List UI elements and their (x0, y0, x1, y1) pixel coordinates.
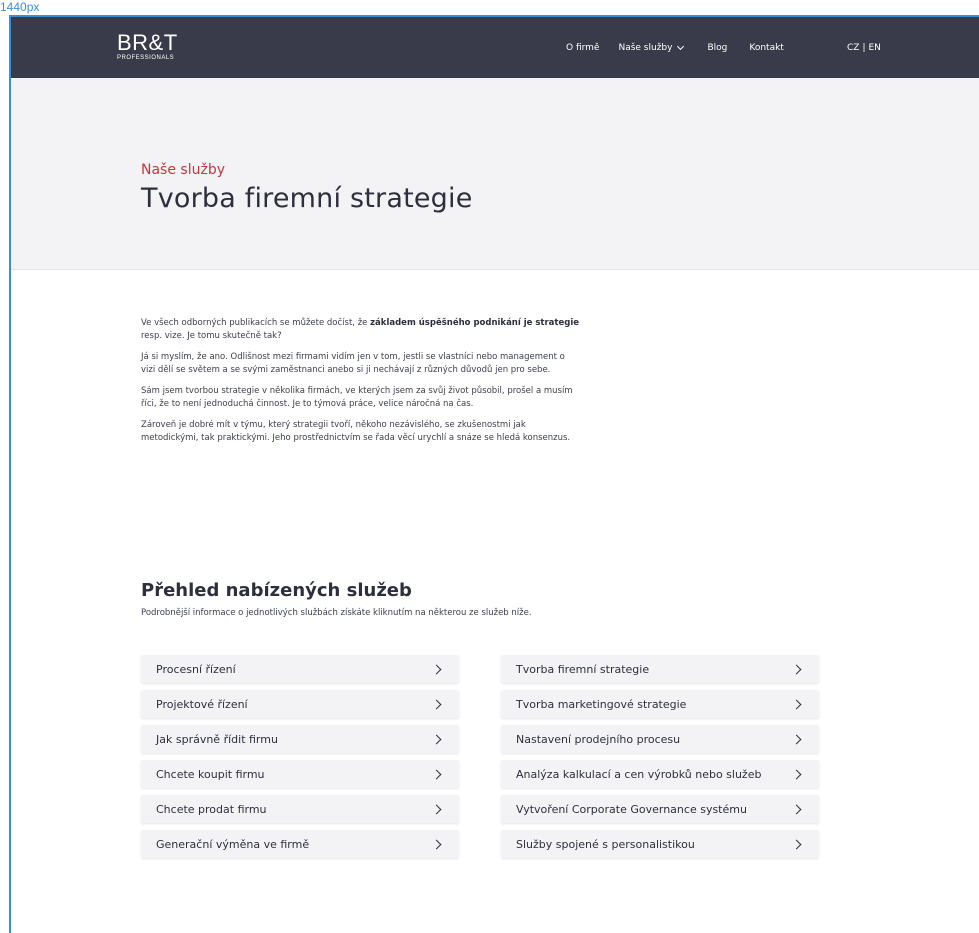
lang-separator: | (862, 42, 866, 53)
service-card[interactable]: Analýza kalkulací a cen výrobků nebo slu… (501, 760, 819, 788)
logo-tagline: PROFESSIONALS (117, 55, 175, 61)
service-card[interactable]: Vytvoření Corporate Governance systému (501, 795, 819, 823)
main-nav: O firmě Naše služby Blog Kontakt (566, 17, 784, 78)
services-column-left: Procesní řízení Projektové řízení Jak sp… (141, 655, 459, 865)
hero-section: Naše služby Tvorba firemní strategie (11, 78, 979, 270)
service-card[interactable]: Jak správně řídit firmu (141, 725, 459, 753)
chevron-right-icon (791, 839, 802, 849)
service-card-label: Chcete koupit firmu (156, 767, 265, 781)
intro-p1-emphasis: základem úspěšného podnikání je strategi… (370, 318, 580, 328)
service-card-label: Služby spojené s personalistikou (516, 837, 695, 851)
services-heading: Přehled nabízených služeb (141, 580, 412, 601)
intro-p1-start: Ve všech odborných publikacích se můžete… (141, 318, 371, 328)
intro-paragraph-2: Já si myslím, že ano. Odlišnost mezi fir… (141, 352, 565, 375)
service-card[interactable]: Služby spojené s personalistikou (501, 830, 819, 858)
nav-link-services-label: Naše služby (618, 42, 673, 53)
service-card-label: Projektové řízení (156, 697, 248, 711)
lang-en[interactable]: EN (869, 43, 881, 53)
intro-p1-end: resp. vize. Je tomu skutečně tak? (141, 331, 282, 341)
chevron-right-icon (791, 664, 802, 674)
services-subtitle: Podrobnější informace o jednotlivých slu… (141, 608, 532, 618)
chevron-right-icon (431, 734, 442, 744)
service-card[interactable]: Tvorba firemní strategie (501, 655, 819, 683)
services-column-right: Tvorba firemní strategie Tvorba marketin… (501, 655, 819, 865)
nav-link-services[interactable]: Naše služby (618, 42, 685, 53)
service-card-label: Tvorba firemní strategie (516, 662, 650, 676)
chevron-right-icon (431, 769, 442, 779)
service-card-label: Generační výměna ve firmě (156, 837, 310, 851)
service-card-label: Chcete prodat firmu (156, 802, 267, 816)
chevron-right-icon (431, 839, 442, 849)
nav-link-blog[interactable]: Blog (707, 43, 727, 53)
service-card-label: Analýza kalkulací a cen výrobků nebo slu… (516, 767, 762, 781)
chevron-right-icon (431, 804, 442, 814)
service-card[interactable]: Generační výměna ve firmě (141, 830, 459, 858)
service-card-label: Nastavení prodejního procesu (516, 732, 681, 746)
chevron-down-icon (677, 42, 685, 50)
lang-cz[interactable]: CZ (847, 43, 859, 53)
chevron-right-icon (791, 734, 802, 744)
nav-link-contact[interactable]: Kontakt (749, 43, 783, 53)
chevron-right-icon (791, 699, 802, 709)
intro-paragraph-3: Sám jsem tvorbou strategie v několika fi… (141, 386, 573, 409)
service-card[interactable]: Nastavení prodejního procesu (501, 725, 819, 753)
service-card-label: Jak správně řídit firmu (156, 732, 278, 746)
chevron-right-icon (431, 664, 442, 674)
chevron-right-icon (791, 769, 802, 779)
service-card-label: Tvorba marketingové strategie (516, 697, 687, 711)
intro-paragraph-4: Zároveň je dobré mít v týmu, který strat… (141, 420, 571, 443)
service-card-label: Vytvoření Corporate Governance systému (516, 802, 747, 816)
hero-kicker: Naše služby (141, 162, 225, 178)
chevron-right-icon (791, 804, 802, 814)
logo-wordmark: BR&T (117, 30, 178, 55)
language-switcher: CZ | EN (847, 17, 881, 78)
top-navbar: BR&T PROFESSIONALS O firmě Naše služby B… (11, 17, 979, 78)
page: BR&T PROFESSIONALS O firmě Naše služby B… (11, 17, 979, 933)
brand-logo[interactable]: BR&T PROFESSIONALS (117, 30, 178, 62)
frame-width-label: 1440px (0, 0, 40, 14)
service-card[interactable]: Projektové řízení (141, 690, 459, 718)
page-title: Tvorba firemní strategie (141, 183, 473, 214)
intro-paragraph-1: Ve všech odborných publikacích se můžete… (141, 317, 581, 343)
service-card[interactable]: Chcete koupit firmu (141, 760, 459, 788)
nav-link-about[interactable]: O firmě (566, 43, 599, 53)
service-card-label: Procesní řízení (156, 662, 236, 676)
service-card[interactable]: Tvorba marketingové strategie (501, 690, 819, 718)
chevron-right-icon (431, 699, 442, 709)
intro-text: Ve všech odborných publikacích se můžete… (141, 317, 581, 453)
service-card[interactable]: Procesní řízení (141, 655, 459, 683)
service-card[interactable]: Chcete prodat firmu (141, 795, 459, 823)
